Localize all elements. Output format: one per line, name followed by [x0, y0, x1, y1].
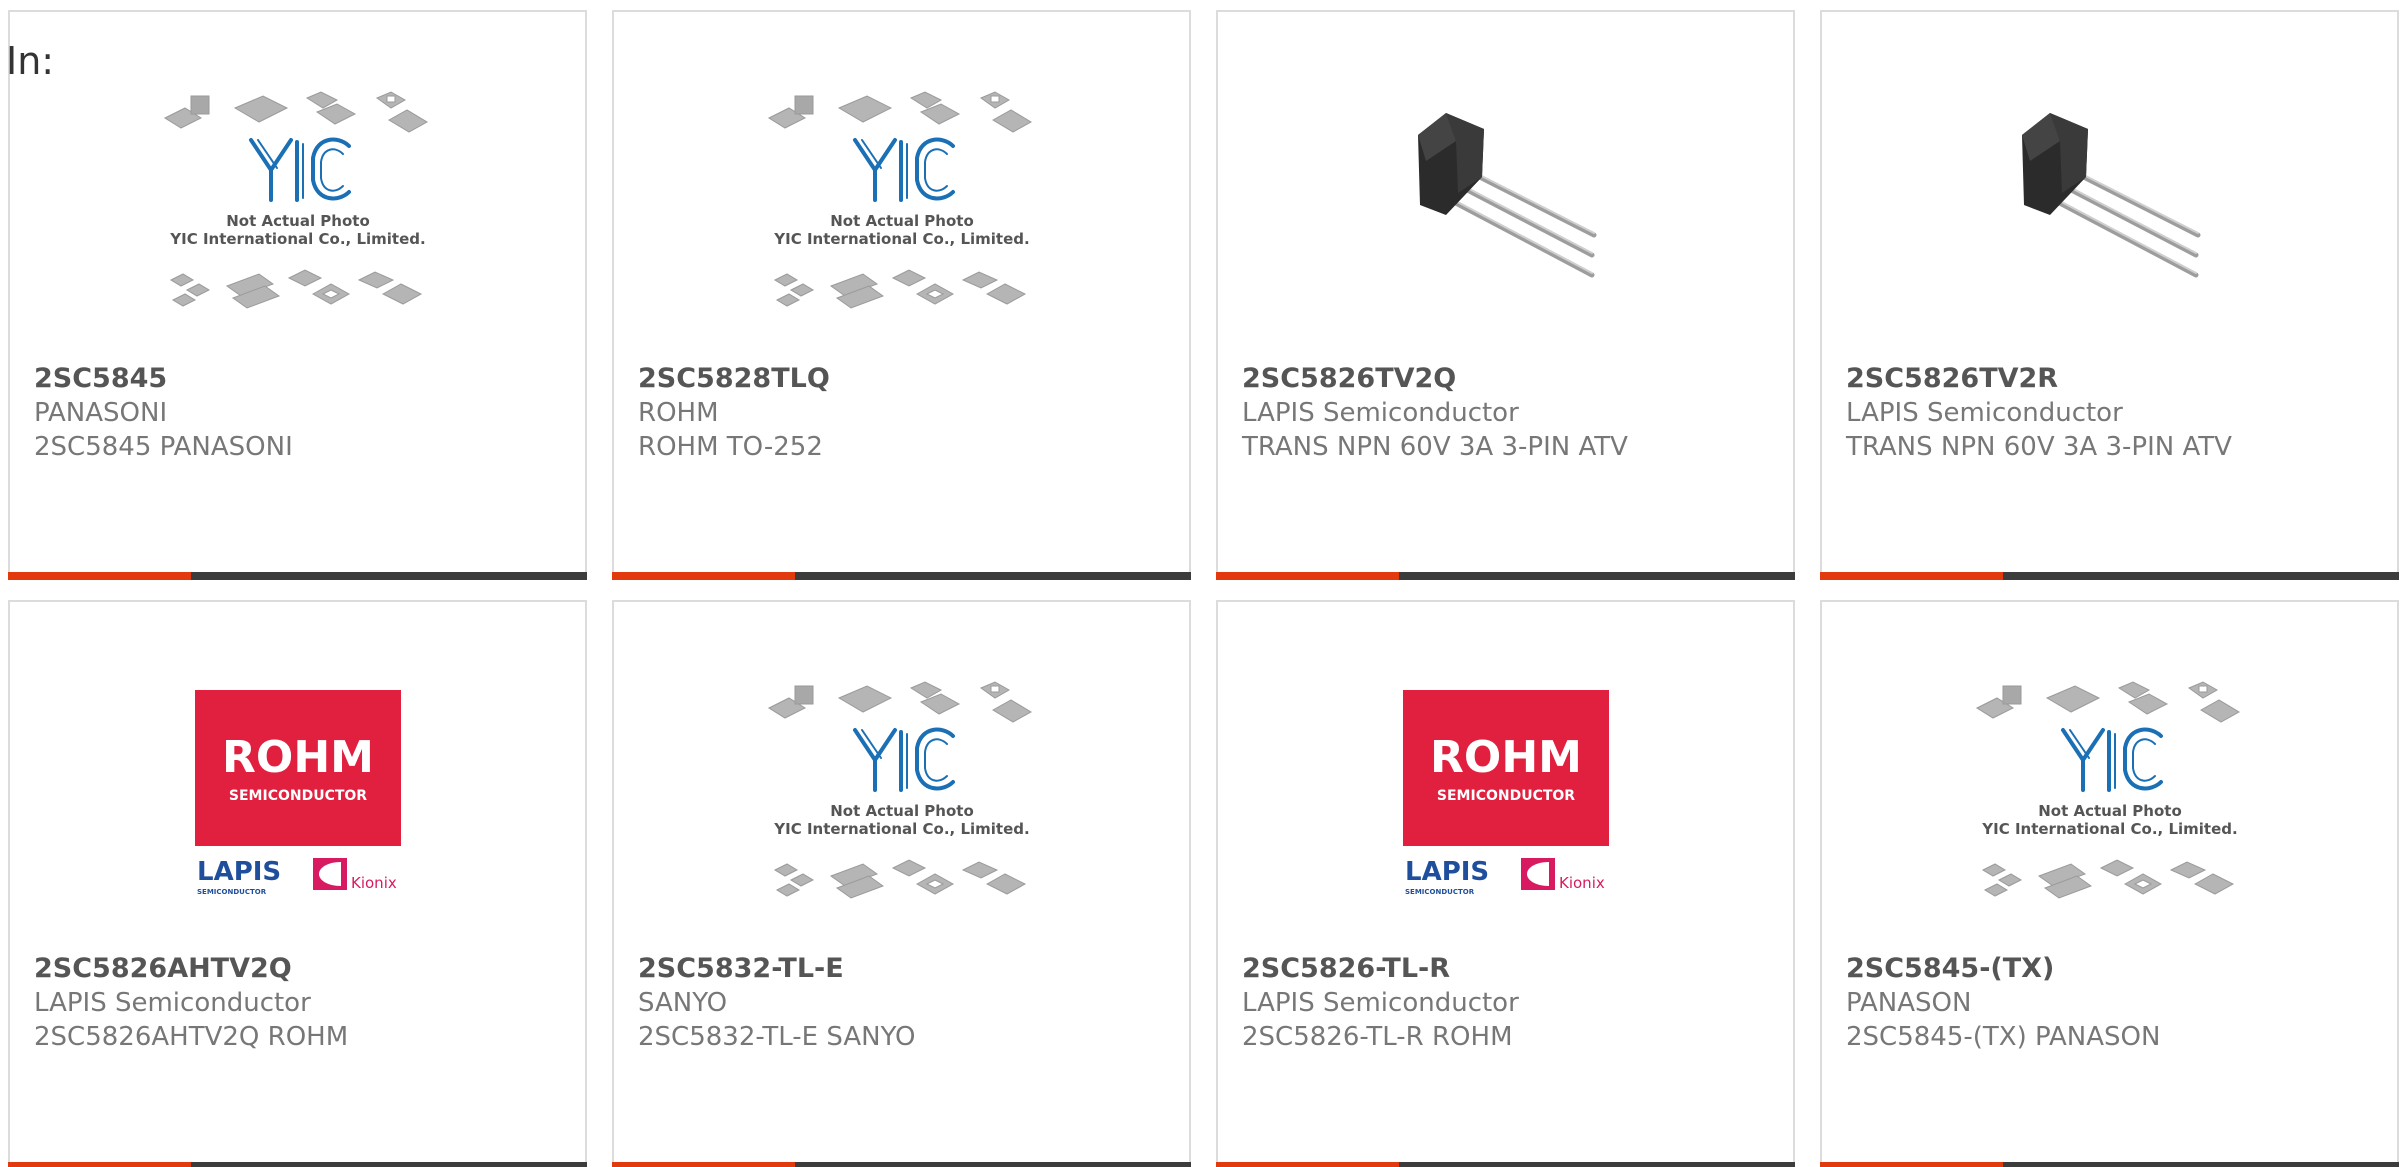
- manufacturer-text: LAPIS Semiconductor: [34, 988, 311, 1018]
- lapis-text: LAPIS: [1405, 857, 1489, 887]
- placeholder-line2: YIC International Co., Limited.: [773, 820, 1029, 838]
- placeholder-line2: YIC International Co., Limited.: [1981, 820, 2237, 838]
- placeholder-line1: Not Actual Photo: [226, 212, 370, 230]
- yic-placeholder-image: Not Actual Photo YIC International Co., …: [767, 681, 1032, 899]
- filter-label: In:: [6, 39, 55, 83]
- card-accent-bar: [612, 572, 795, 580]
- card-accent-bar: [612, 1162, 795, 1167]
- product-thumbnail[interactable]: Not Actual Photo YIC International Co., …: [10, 60, 585, 350]
- card-bottom-bar: [612, 572, 1191, 580]
- product-card[interactable]: 2SC5826TV2Q LAPIS Semiconductor TRANS NPN …: [1216, 10, 1795, 580]
- card-bottom-bar: [8, 1162, 587, 1167]
- product-thumbnail[interactable]: Not Actual Photo YIC International Co., …: [614, 60, 1189, 350]
- kionix-text: Kionix: [351, 874, 397, 892]
- card-accent-bar: [1820, 1162, 2003, 1167]
- rohm-brand-text: ROHM: [222, 732, 374, 783]
- manufacturer-text: PANASONI: [34, 398, 168, 428]
- rohm-sub-text: SEMICONDUCTOR: [228, 788, 366, 804]
- product-grid-page: In: Not Actual Photo YIC International C…: [0, 0, 2400, 1167]
- manufacturer-text: LAPIS Semiconductor: [1242, 988, 1519, 1018]
- yic-placeholder-image: Not Actual Photo YIC International Co., …: [163, 91, 428, 309]
- description-text: 2SC5845-(TX) PANASON: [1846, 1022, 2161, 1052]
- card-accent-bar: [1216, 572, 1399, 580]
- product-card[interactable]: Not Actual Photo YIC International Co., …: [612, 600, 1191, 1167]
- product-thumbnail[interactable]: [1822, 60, 2397, 350]
- yic-placeholder-image: Not Actual Photo YIC International Co., …: [1975, 681, 2240, 899]
- product-info: 2SC5845-(TX) PANASON 2SC5845-(TX) PANASON: [1846, 952, 2387, 1054]
- product-info: 2SC5826AHTV2Q LAPIS Semiconductor 2SC5826A…: [34, 952, 575, 1054]
- product-info: 2SC5826TV2Q LAPIS Semiconductor TRANS NPN …: [1242, 362, 1783, 464]
- lapis-sub-text: SEMICONDUCTOR: [197, 888, 267, 896]
- part-number-link[interactable]: 2SC5826TV2R: [1846, 362, 2387, 396]
- product-info: 2SC5826TV2R LAPIS Semiconductor TRANS NPN …: [1846, 362, 2387, 464]
- description-text: 2SC5832-TL-E SANYO: [638, 1022, 916, 1052]
- product-info: 2SC5828TLQ ROHM ROHM TO-252: [638, 362, 1179, 464]
- product-thumbnail[interactable]: Not Actual Photo YIC International Co., …: [614, 650, 1189, 940]
- card-accent-bar: [1216, 1162, 1399, 1167]
- description-text: 2SC5845 PANASONI: [34, 432, 293, 462]
- part-number-link[interactable]: 2SC5845: [34, 362, 575, 396]
- card-bottom-bar: [612, 1162, 1191, 1167]
- card-bottom-bar: [1820, 572, 2399, 580]
- product-thumbnail[interactable]: Not Actual Photo YIC International Co., …: [1822, 650, 2397, 940]
- transistor-photo-image: [1417, 113, 1596, 278]
- card-bottom-bar: [8, 572, 587, 580]
- product-card[interactable]: ROHM SEMICONDUCTOR LAPIS SEMICONDUCTOR K…: [1216, 600, 1795, 1167]
- lapis-text: LAPIS: [197, 857, 281, 887]
- part-number-link[interactable]: 2SC5826AHTV2Q: [34, 952, 575, 986]
- placeholder-line1: Not Actual Photo: [2038, 802, 2182, 820]
- rohm-brand-text: ROHM: [1430, 732, 1582, 783]
- description-text: 2SC5826-TL-R ROHM: [1242, 1022, 1513, 1052]
- product-card[interactable]: Not Actual Photo YIC International Co., …: [612, 10, 1191, 580]
- part-number-link[interactable]: 2SC5832-TL-E: [638, 952, 1179, 986]
- kionix-text: Kionix: [1559, 874, 1605, 892]
- product-thumbnail[interactable]: ROHM SEMICONDUCTOR LAPIS SEMICONDUCTOR K…: [1218, 650, 1793, 940]
- lapis-sub-text: SEMICONDUCTOR: [1405, 888, 1475, 896]
- manufacturer-text: PANASON: [1846, 988, 1972, 1018]
- description-text: 2SC5826AHTV2Q ROHM: [34, 1022, 349, 1052]
- manufacturer-text: LAPIS Semiconductor: [1242, 398, 1519, 428]
- card-bottom-bar: [1216, 572, 1795, 580]
- rohm-logo-image: ROHM SEMICONDUCTOR LAPIS SEMICONDUCTOR K…: [1402, 690, 1609, 896]
- card-accent-bar: [1820, 572, 2003, 580]
- rohm-logo-image: ROHM SEMICONDUCTOR LAPIS SEMICONDUCTOR K…: [194, 690, 401, 896]
- product-card[interactable]: Not Actual Photo YIC International Co., …: [8, 10, 587, 580]
- product-thumbnail[interactable]: [1218, 60, 1793, 350]
- transistor-photo-image: [2021, 113, 2200, 278]
- yic-placeholder-image: Not Actual Photo YIC International Co., …: [767, 91, 1032, 309]
- product-thumbnail[interactable]: ROHM SEMICONDUCTOR LAPIS SEMICONDUCTOR K…: [10, 650, 585, 940]
- product-info: 2SC5826-TL-R LAPIS Semiconductor 2SC5826-T…: [1242, 952, 1783, 1054]
- description-text: TRANS NPN 60V 3A 3-PIN ATV: [1846, 432, 2232, 462]
- placeholder-line1: Not Actual Photo: [830, 802, 974, 820]
- manufacturer-text: ROHM: [638, 398, 719, 428]
- part-number-link[interactable]: 2SC5845-(TX): [1846, 952, 2387, 986]
- placeholder-line2: YIC International Co., Limited.: [773, 230, 1029, 248]
- card-bottom-bar: [1820, 1162, 2399, 1167]
- card-accent-bar: [8, 1162, 191, 1167]
- part-number-link[interactable]: 2SC5828TLQ: [638, 362, 1179, 396]
- product-grid: Not Actual Photo YIC International Co., …: [0, 0, 2400, 1167]
- rohm-sub-text: SEMICONDUCTOR: [1436, 788, 1574, 804]
- manufacturer-text: SANYO: [638, 988, 728, 1018]
- part-number-link[interactable]: 2SC5826TV2Q: [1242, 362, 1783, 396]
- product-card[interactable]: 2SC5826TV2R LAPIS Semiconductor TRANS NPN …: [1820, 10, 2399, 580]
- placeholder-line2: YIC International Co., Limited.: [169, 230, 425, 248]
- manufacturer-text: LAPIS Semiconductor: [1846, 398, 2123, 428]
- product-card[interactable]: ROHM SEMICONDUCTOR LAPIS SEMICONDUCTOR K…: [8, 600, 587, 1167]
- product-card[interactable]: Not Actual Photo YIC International Co., …: [1820, 600, 2399, 1167]
- product-info: 2SC5845 PANASONI 2SC5845 PANASONI: [34, 362, 575, 464]
- part-number-link[interactable]: 2SC5826-TL-R: [1242, 952, 1783, 986]
- description-text: TRANS NPN 60V 3A 3-PIN ATV: [1242, 432, 1628, 462]
- card-accent-bar: [8, 572, 191, 580]
- card-bottom-bar: [1216, 1162, 1795, 1167]
- product-info: 2SC5832-TL-E SANYO 2SC5832-TL-E SANYO: [638, 952, 1179, 1054]
- description-text: ROHM TO-252: [638, 432, 823, 462]
- placeholder-line1: Not Actual Photo: [830, 212, 974, 230]
